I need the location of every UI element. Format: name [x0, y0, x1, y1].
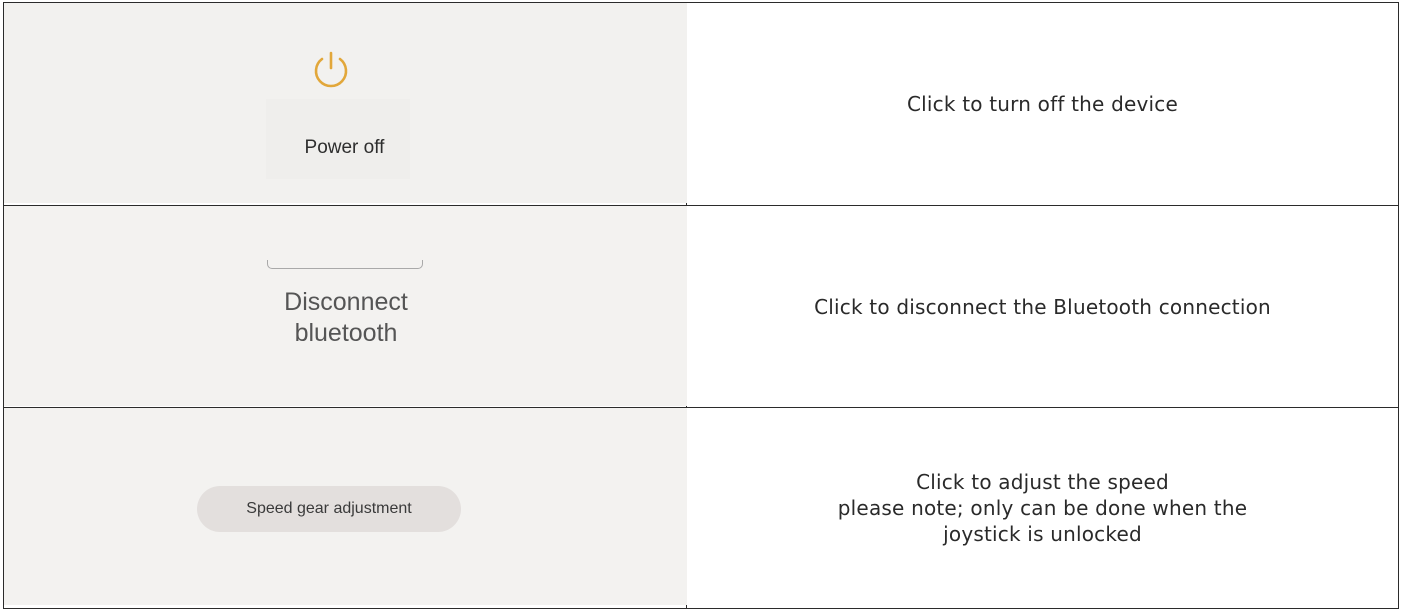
power-off-label: Power off	[304, 137, 385, 158]
speed-gear-screenshot: Speed gear adjustment	[4, 408, 687, 605]
speed-gear-description-line3: joystick is unlocked	[943, 522, 1142, 546]
speed-gear-description-line2: please note; only can be done when the	[837, 496, 1248, 520]
speed-gear-description: Click to adjust the speed please note; o…	[687, 408, 1398, 608]
disconnect-bluetooth-control-cell: Disconnect bluetooth	[4, 206, 687, 408]
power-icon[interactable]	[309, 49, 353, 93]
disconnect-bluetooth-screenshot: Disconnect bluetooth	[4, 206, 687, 406]
disconnect-bluetooth-button[interactable]: Disconnect bluetooth	[236, 287, 456, 349]
button-edge	[267, 260, 423, 269]
disconnect-bluetooth-label-line2: bluetooth	[294, 319, 398, 347]
power-off-description: Click to turn off the device	[687, 3, 1398, 206]
disconnect-bluetooth-label-line1: Disconnect	[284, 288, 408, 316]
speed-gear-description-line1: Click to adjust the speed	[916, 470, 1169, 494]
controls-table: Power off Click to turn off the device D…	[3, 2, 1399, 609]
disconnect-bluetooth-description: Click to disconnect the Bluetooth connec…	[687, 206, 1398, 408]
power-off-screenshot: Power off	[4, 3, 687, 203]
speed-gear-adjustment-button[interactable]: Speed gear adjustment	[197, 486, 461, 532]
power-off-control-cell: Power off	[4, 3, 687, 206]
speed-gear-control-cell: Speed gear adjustment	[4, 408, 687, 608]
